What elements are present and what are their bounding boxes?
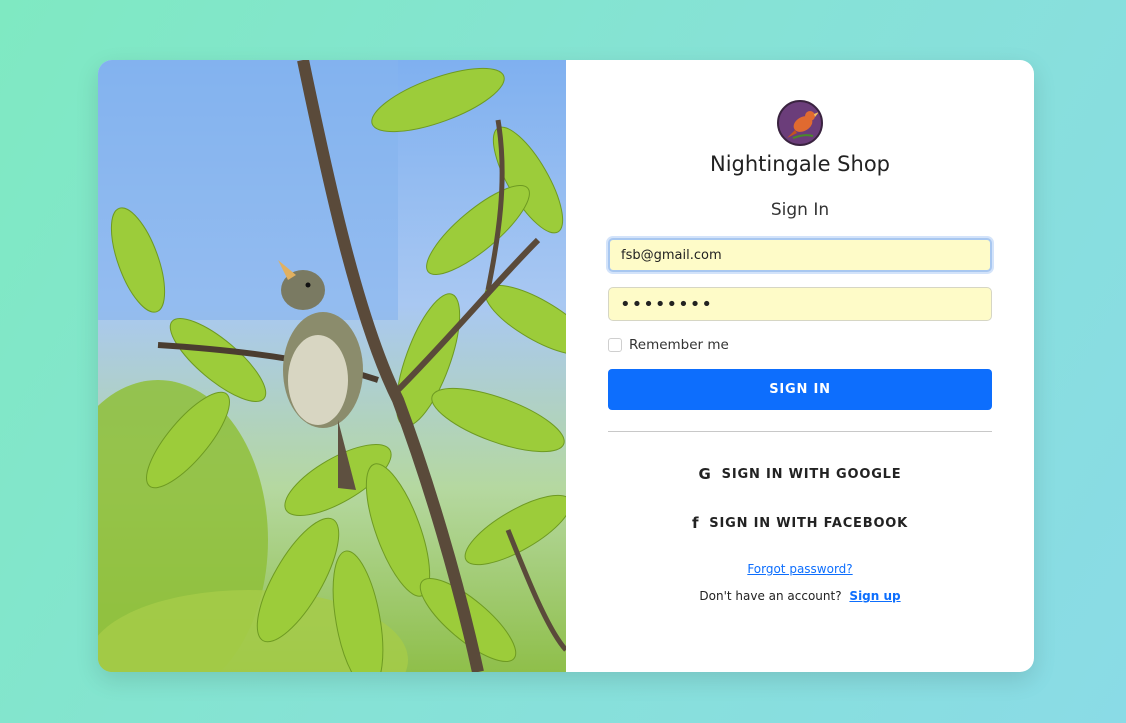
sign-in-facebook-button[interactable]: f SIGN IN WITH FACEBOOK — [566, 514, 1034, 532]
remember-me-label: Remember me — [629, 337, 729, 353]
sign-in-google-button[interactable]: G SIGN IN WITH GOOGLE — [566, 465, 1034, 483]
password-mask: •••••••• — [620, 293, 713, 315]
nightingale-photo-illustration — [98, 60, 566, 672]
login-form: Nightingale Shop Sign In •••••••• Rememb… — [566, 60, 1034, 672]
remember-me[interactable]: Remember me — [608, 337, 729, 353]
sign-in-google-label: SIGN IN WITH GOOGLE — [721, 466, 902, 482]
google-icon: G — [698, 465, 712, 483]
facebook-icon: f — [691, 514, 700, 532]
divider — [608, 431, 992, 432]
signup-row: Don't have an account? Sign up — [566, 589, 1034, 603]
sign-in-facebook-label: SIGN IN WITH FACEBOOK — [709, 515, 909, 531]
brand-name: Nightingale Shop — [709, 152, 890, 176]
form-title: Sign In — [770, 200, 830, 220]
forgot-password-link[interactable]: Forgot password? — [566, 562, 1034, 576]
email-field[interactable] — [608, 238, 992, 272]
nightingale-bird-icon — [777, 100, 823, 146]
nightingale-photo — [98, 60, 566, 672]
no-account-text: Don't have an account? — [699, 589, 842, 603]
password-field[interactable]: •••••••• — [608, 287, 992, 321]
sign-up-link[interactable]: Sign up — [849, 589, 900, 603]
remember-me-checkbox[interactable] — [608, 338, 622, 352]
login-card: Nightingale Shop Sign In •••••••• Rememb… — [98, 60, 1034, 672]
sign-in-button[interactable]: SIGN IN — [608, 369, 992, 410]
